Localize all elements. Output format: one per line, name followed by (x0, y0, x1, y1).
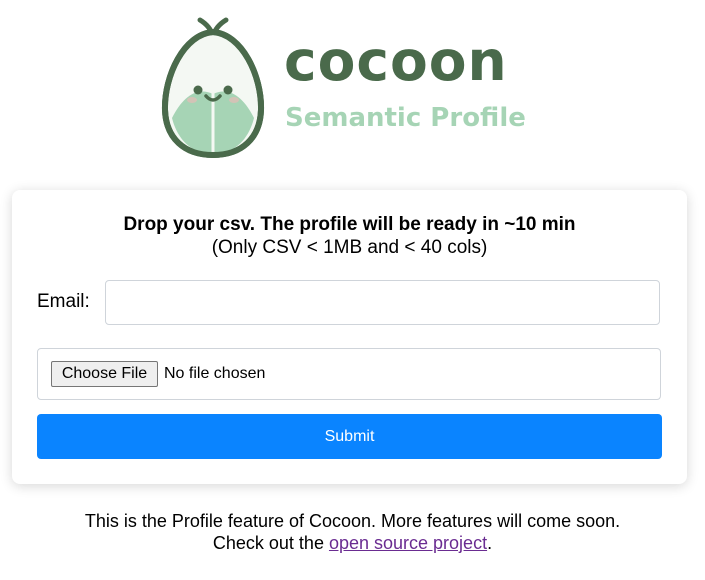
brand-name: cocoon (284, 29, 508, 93)
header: cocoon Semantic Profile (0, 0, 705, 170)
open-source-link[interactable]: open source project (329, 533, 487, 553)
footer: This is the Profile feature of Cocoon. M… (0, 510, 705, 554)
card-title: Drop your csv. The profile will be ready… (123, 214, 576, 235)
brand-subtitle: Semantic Profile (285, 103, 526, 133)
card-subtitle: (Only CSV < 1MB and < 40 cols) (211, 237, 488, 258)
footer-line1: This is the Profile feature of Cocoon. M… (84, 511, 621, 531)
email-label: Email: (37, 291, 90, 312)
choose-file-button[interactable]: Choose File (51, 361, 158, 387)
footer-prefix: Check out the (212, 533, 329, 553)
footer-suffix: . (487, 533, 493, 553)
upload-card: Drop your csv. The profile will be ready… (12, 190, 687, 484)
file-status: No file chosen (164, 365, 266, 382)
file-picker: Choose File No file chosen (37, 348, 661, 400)
email-field[interactable] (105, 280, 660, 325)
submit-button[interactable]: Submit (37, 414, 662, 459)
footer-line2: Check out the open source project. (0, 532, 705, 554)
cocoon-logo-icon (161, 17, 265, 159)
